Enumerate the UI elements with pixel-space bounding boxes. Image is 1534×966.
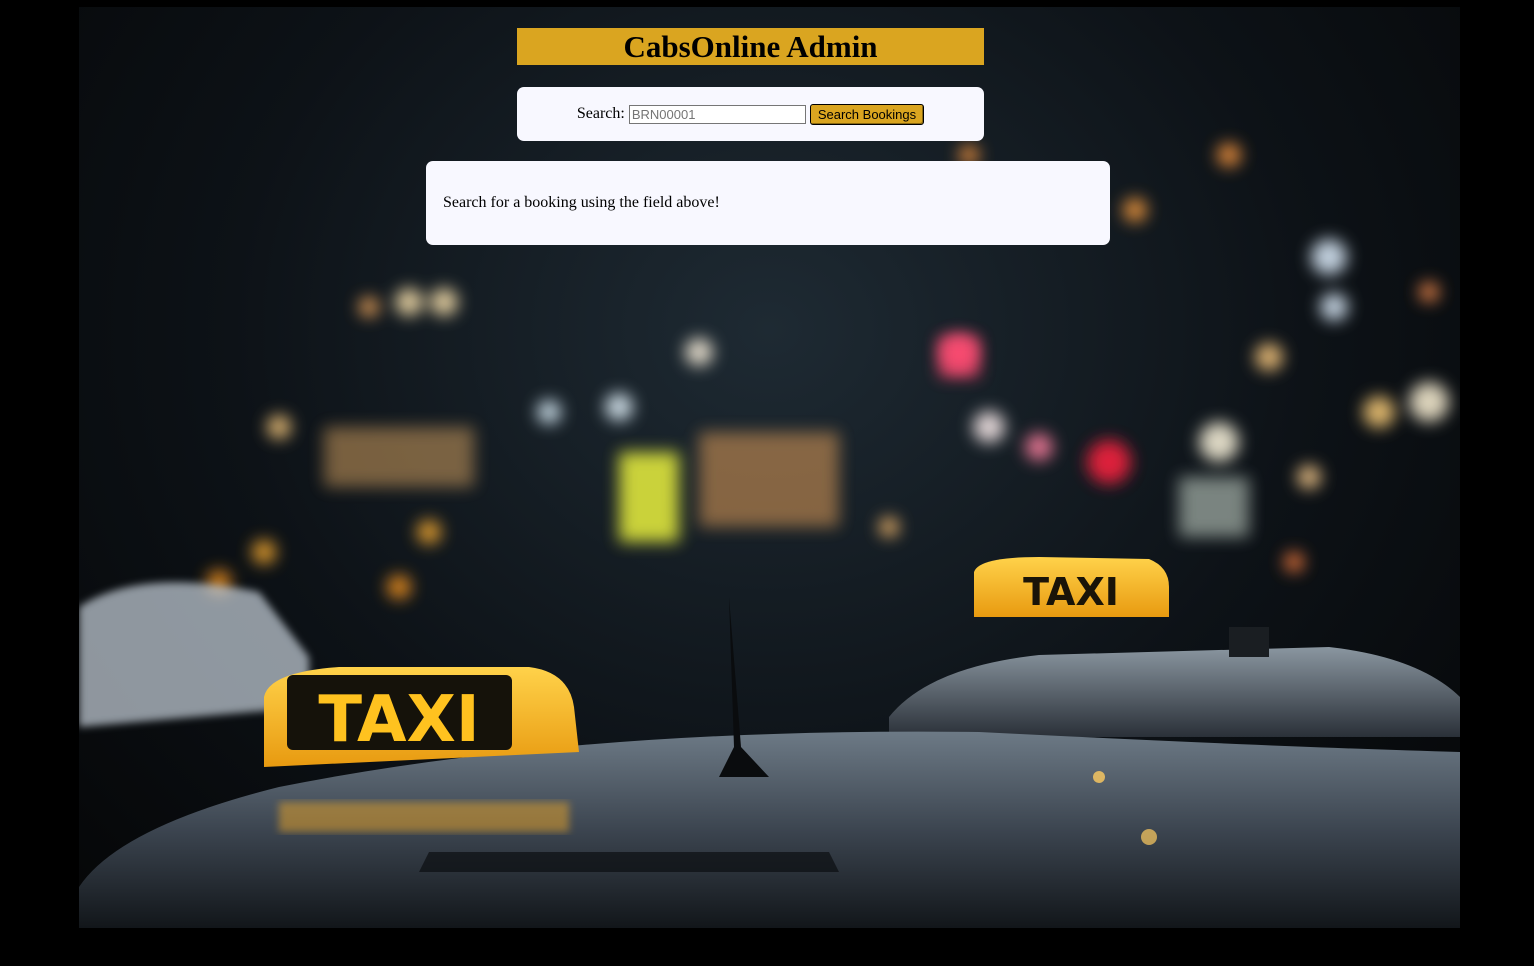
page: TAXI TAXI CabsOnline Admin Search: Searc… xyxy=(0,0,1534,966)
page-title: CabsOnline Admin xyxy=(517,28,984,65)
results-message: Search for a booking using the field abo… xyxy=(443,194,720,211)
search-label: Search: xyxy=(576,105,625,122)
search-bookings-button[interactable]: Search Bookings xyxy=(809,103,925,125)
search-input[interactable] xyxy=(628,104,806,124)
search-panel: Search: Search Bookings xyxy=(517,87,984,141)
background-photo: TAXI TAXI xyxy=(79,7,1460,928)
taxi-sign-back-text: TAXI xyxy=(1023,570,1119,614)
taxi-sign-front-text: TAXI xyxy=(318,683,479,757)
taxi-night-scene-image: TAXI TAXI xyxy=(79,143,1460,928)
results-panel: Search for a booking using the field abo… xyxy=(426,161,1110,245)
